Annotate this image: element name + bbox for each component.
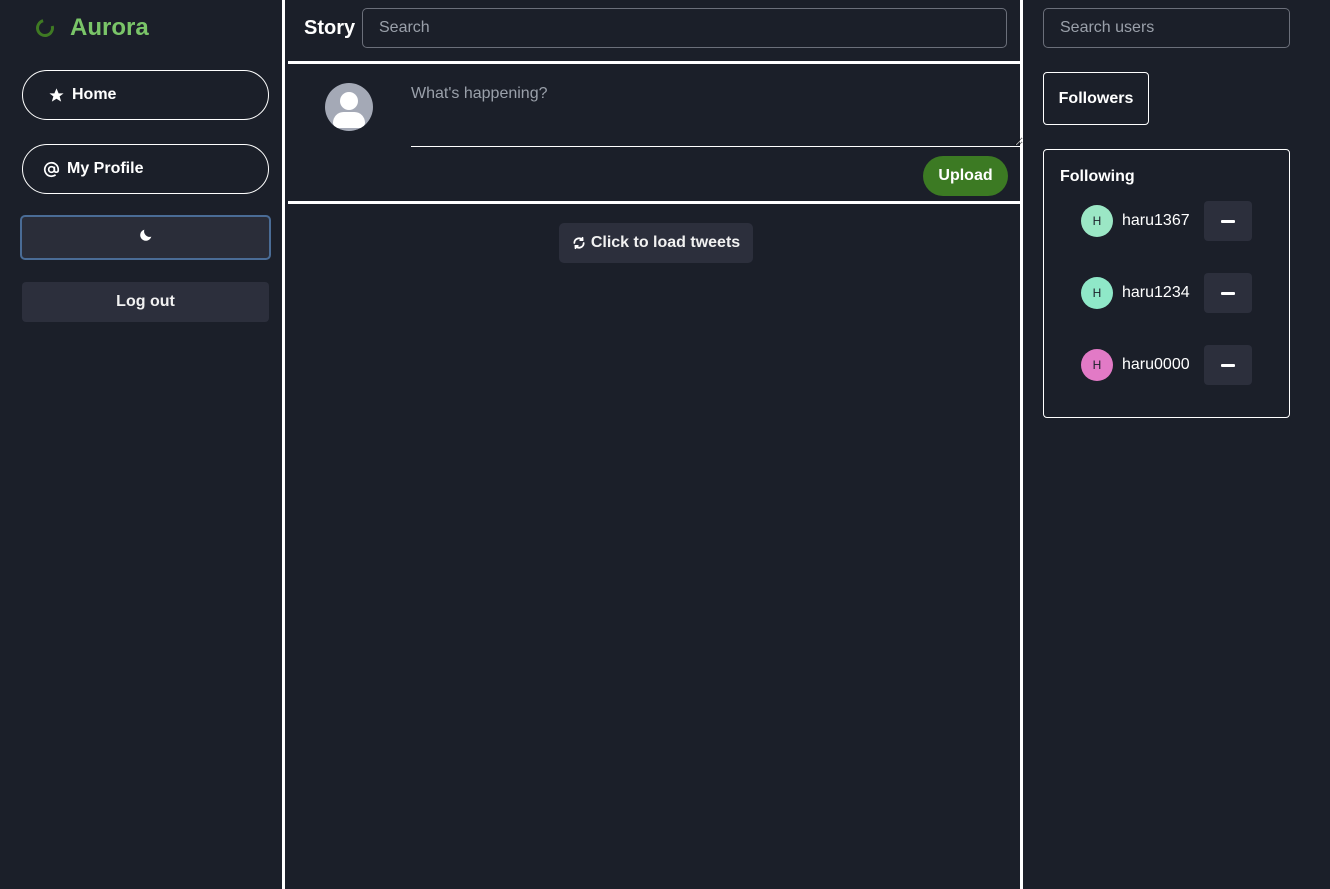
sidebar-item-label: My Profile	[67, 160, 144, 177]
list-item: H haru0000	[1081, 345, 1256, 385]
username[interactable]: haru0000	[1122, 356, 1190, 374]
following-title: Following	[1060, 168, 1135, 185]
at-icon	[42, 160, 60, 178]
compose-textarea[interactable]	[411, 81, 1023, 147]
load-tweets-label: Click to load tweets	[590, 234, 741, 251]
minus-icon	[1221, 219, 1235, 223]
minus-icon	[1221, 363, 1235, 367]
refresh-icon	[572, 236, 586, 250]
avatar	[325, 83, 373, 131]
moon-icon	[138, 227, 154, 248]
theme-toggle-button[interactable]	[20, 215, 271, 260]
tweet-composer: Upload	[288, 67, 1023, 204]
list-item: H haru1367	[1081, 201, 1256, 241]
star-icon	[47, 86, 65, 104]
sidebar-item-profile[interactable]: My Profile	[22, 144, 269, 194]
page-title: Story	[304, 17, 356, 39]
main-feed: Story Upload Click to load tweets	[288, 0, 1023, 889]
username[interactable]: haru1367	[1122, 212, 1190, 230]
avatar[interactable]: H	[1081, 205, 1113, 237]
unfollow-button[interactable]	[1204, 201, 1252, 241]
username[interactable]: haru1234	[1122, 284, 1190, 302]
followers-button[interactable]: Followers	[1043, 72, 1149, 125]
user-silhouette-icon	[340, 92, 358, 110]
spinner-icon	[32, 15, 58, 41]
brand[interactable]: Aurora	[32, 14, 149, 42]
list-item: H haru1234	[1081, 273, 1256, 313]
sidebar-item-label: Home	[72, 86, 117, 103]
user-search-input[interactable]	[1043, 8, 1290, 48]
following-list: Following H haru1367 H haru1234 H haru00…	[1043, 149, 1290, 418]
feed-header: Story	[288, 0, 1023, 64]
search-input[interactable]	[362, 8, 1007, 48]
load-tweets-button[interactable]: Click to load tweets	[559, 223, 753, 263]
upload-button[interactable]: Upload	[923, 156, 1008, 196]
unfollow-button[interactable]	[1204, 345, 1252, 385]
unfollow-button[interactable]	[1204, 273, 1252, 313]
left-sidebar: Aurora Home My Profile Log out	[0, 0, 285, 889]
avatar[interactable]: H	[1081, 277, 1113, 309]
brand-name: Aurora	[70, 14, 149, 41]
sidebar-item-home[interactable]: Home	[22, 70, 269, 120]
avatar[interactable]: H	[1081, 349, 1113, 381]
minus-icon	[1221, 291, 1235, 295]
logout-button[interactable]: Log out	[22, 282, 269, 322]
